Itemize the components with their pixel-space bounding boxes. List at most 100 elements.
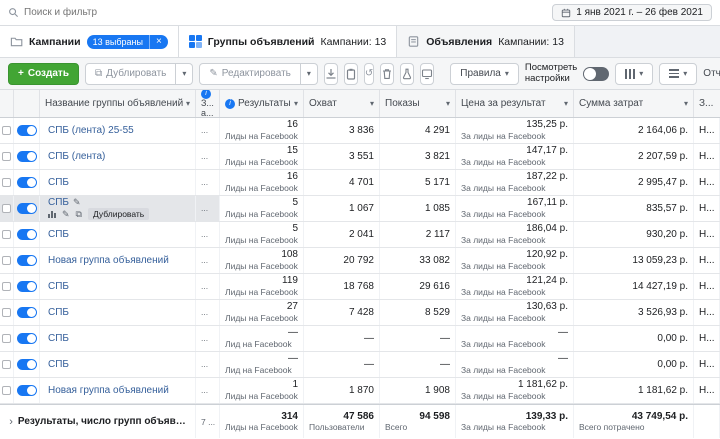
adset-name-cell[interactable]: СПБ ✎ ✎ ⧉ Дублировать (40, 352, 196, 377)
table-row[interactable]: СПБ ✎ ✎ ⧉ Дублировать ... — Лид на Faceb… (0, 326, 720, 352)
badge-close-icon[interactable]: × (149, 35, 168, 49)
adset-name-cell[interactable]: СПБ ✎ ✎ ⧉ Дублировать (40, 196, 196, 221)
tab-adsets[interactable]: Группы объявлений Кампании: 13 (179, 26, 397, 57)
table-row[interactable]: СПБ ✎ ✎ ⧉ Дублировать ... — Лид на Faceb… (0, 352, 720, 378)
edit-button[interactable]: ✎ Редактировать (199, 63, 300, 85)
row-checkbox[interactable] (2, 360, 11, 369)
header-results[interactable]: iРезультаты ▾ (220, 90, 304, 117)
table-row[interactable]: СПБ (лента) ✎ ✎ ⧉ Дублировать ... 15 Лид… (0, 144, 720, 170)
undo-button[interactable]: ↺ (364, 63, 374, 85)
adset-name-link[interactable]: СПБ (48, 333, 69, 344)
adset-name-link[interactable]: СПБ (лента) 25-55 (48, 125, 134, 136)
selected-filter-badge[interactable]: 13 выбраны × (87, 35, 168, 49)
row-checkbox[interactable] (2, 230, 11, 239)
adset-name-cell[interactable]: Новая группа объявлений ✎ ✎ ⧉ Дублироват… (40, 378, 196, 403)
sort-caret-icon[interactable]: ▾ (186, 100, 190, 108)
adset-active-toggle[interactable] (17, 255, 37, 266)
sort-caret-icon[interactable]: ▾ (294, 100, 298, 108)
adset-active-toggle[interactable] (17, 229, 37, 240)
chevron-right-icon[interactable]: › (9, 416, 13, 428)
breakdown-button[interactable]: ▾ (659, 63, 697, 85)
adset-active-toggle[interactable] (17, 359, 37, 370)
delete-button[interactable] (380, 63, 394, 85)
adset-active-toggle[interactable] (17, 333, 37, 344)
date-range-picker[interactable]: 1 янв 2021 г. – 26 фев 2021 (552, 4, 712, 21)
tab-campaigns[interactable]: Кампании 13 выбраны × (0, 26, 179, 57)
edit-icon[interactable]: ✎ (62, 210, 70, 219)
row-checkbox[interactable] (2, 386, 11, 395)
adset-name-cell[interactable]: СПБ (лента) 25-55 ✎ ✎ ⧉ Дублировать (40, 118, 196, 143)
adset-active-toggle[interactable] (17, 151, 37, 162)
adset-name-cell[interactable]: Новая группа объявлений ✎ ✎ ⧉ Дублироват… (40, 248, 196, 273)
duplicate-caret-button[interactable]: ▾ (176, 63, 193, 85)
adset-active-toggle[interactable] (17, 203, 37, 214)
view-charts-icon[interactable] (48, 211, 56, 218)
pixel-button[interactable] (420, 63, 434, 85)
adset-name-link[interactable]: СПБ (48, 197, 69, 207)
header-impressions[interactable]: Показы ▾ (380, 90, 456, 117)
table-row[interactable]: СПБ ✎ ✎ ⧉ Дублировать ... 27 Лиды на Fac… (0, 300, 720, 326)
adset-name-cell[interactable]: СПБ ✎ ✎ ⧉ Дублировать (40, 274, 196, 299)
adset-name-cell[interactable]: СПБ ✎ ✎ ⧉ Дублировать (40, 222, 196, 247)
adset-name-link[interactable]: СПБ (48, 281, 69, 292)
table-row[interactable]: СПБ ✎ ✎ ⧉ Дублировать ... 16 Лиды на Fac… (0, 170, 720, 196)
edit-caret-button[interactable]: ▾ (301, 63, 318, 85)
adset-active-toggle[interactable] (17, 125, 37, 136)
sort-caret-icon[interactable]: ▾ (446, 100, 450, 108)
header-cost-per-result[interactable]: Цена за результат ▾ (456, 90, 574, 117)
adset-name-link[interactable]: СПБ (48, 229, 69, 240)
sort-caret-icon[interactable]: ▾ (684, 100, 688, 108)
duplicate-icon[interactable]: ⧉ (76, 210, 82, 219)
table-row[interactable]: СПБ ✎ ✎ ⧉ Дублировать ... 5 Лиды на Face… (0, 196, 720, 222)
adset-name-link[interactable]: Новая группа объявлений (48, 385, 169, 396)
adset-name-link[interactable]: СПБ (48, 359, 69, 370)
row-checkbox[interactable] (2, 334, 11, 343)
export-button[interactable] (324, 63, 338, 85)
row-checkbox[interactable] (2, 178, 11, 187)
adset-name-cell[interactable]: СПБ ✎ ✎ ⧉ Дублировать (40, 170, 196, 195)
tab-ads[interactable]: Объявления Кампании: 13 (397, 26, 575, 57)
adset-name-cell[interactable]: СПБ (лента) ✎ ✎ ⧉ Дублировать (40, 144, 196, 169)
table-row[interactable]: Новая группа объявлений ✎ ✎ ⧉ Дублироват… (0, 378, 720, 404)
search-box[interactable] (8, 7, 184, 18)
footer-summary-cell[interactable]: › Результаты, число групп объяв… (0, 405, 196, 438)
report-button[interactable]: Отчет... (703, 68, 720, 79)
header-reach[interactable]: Охват ▾ (304, 90, 380, 117)
table-row[interactable]: СПБ ✎ ✎ ⧉ Дублировать ... 5 Лиды на Face… (0, 222, 720, 248)
row-checkbox[interactable] (2, 308, 11, 317)
adset-name-cell[interactable]: СПБ ✎ ✎ ⧉ Дублировать (40, 300, 196, 325)
header-select-all-cell[interactable] (0, 90, 14, 117)
table-row[interactable]: Новая группа объявлений ✎ ✎ ⧉ Дублироват… (0, 248, 720, 274)
view-settings-link[interactable]: Посмотреть настройки (525, 63, 577, 85)
header-adset-name[interactable]: Название группы объявлений ▾ (40, 90, 196, 117)
table-row[interactable]: СПБ ✎ ✎ ⧉ Дублировать ... 119 Лиды на Fa… (0, 274, 720, 300)
header-end[interactable]: З... (694, 90, 720, 117)
columns-button[interactable]: ▾ (615, 63, 653, 85)
row-checkbox[interactable] (2, 282, 11, 291)
search-input[interactable] (24, 7, 184, 18)
create-button[interactable]: + Создать (8, 63, 79, 85)
adset-active-toggle[interactable] (17, 281, 37, 292)
header-spent[interactable]: Сумма затрат ▾ (574, 90, 694, 117)
adset-active-toggle[interactable] (17, 177, 37, 188)
rename-pencil-icon[interactable]: ✎ (73, 197, 81, 207)
ab-test-button[interactable] (400, 63, 414, 85)
adset-name-link[interactable]: СПБ (48, 177, 69, 188)
row-checkbox[interactable] (2, 256, 11, 265)
duplicate-button[interactable]: ⧉ Дублировать (85, 63, 176, 85)
info-icon[interactable]: i (225, 99, 235, 109)
sort-caret-icon[interactable]: ▾ (370, 100, 374, 108)
row-checkbox[interactable] (2, 204, 11, 213)
row-checkbox[interactable] (2, 152, 11, 161)
adset-name-cell[interactable]: СПБ ✎ ✎ ⧉ Дублировать (40, 326, 196, 351)
adset-name-link[interactable]: СПБ (48, 307, 69, 318)
rules-button[interactable]: Правила ▾ (450, 63, 519, 85)
charts-toggle[interactable] (583, 67, 609, 81)
adset-name-link[interactable]: Новая группа объявлений (48, 255, 169, 266)
adset-active-toggle[interactable] (17, 385, 37, 396)
header-delivery[interactable]: i З... а... (196, 90, 220, 117)
table-row[interactable]: СПБ (лента) 25-55 ✎ ✎ ⧉ Дублировать ... … (0, 118, 720, 144)
clipboard-button[interactable] (344, 63, 358, 85)
sort-caret-icon[interactable]: ▾ (564, 100, 568, 108)
row-checkbox[interactable] (2, 126, 11, 135)
